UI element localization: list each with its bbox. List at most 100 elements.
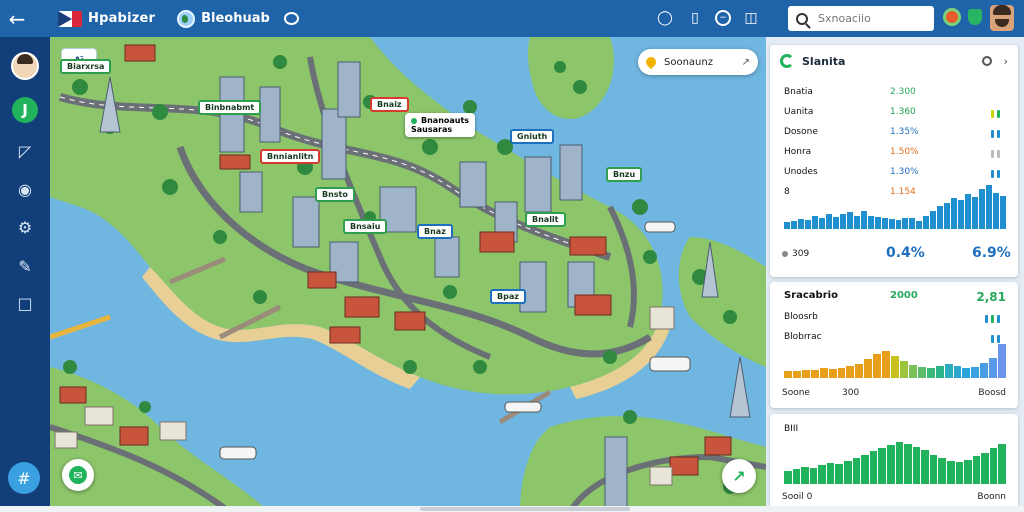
shield-icon[interactable] bbox=[968, 9, 982, 25]
pin-dot-icon bbox=[411, 117, 417, 124]
map-marker-label[interactable]: Binbnabmt bbox=[198, 100, 262, 115]
metric-name: Bnatia bbox=[784, 87, 813, 97]
trend-row: Bloosrb bbox=[784, 312, 1006, 326]
minus-circle-icon[interactable]: − bbox=[715, 10, 731, 26]
target-icon[interactable]: ◉ bbox=[15, 179, 35, 199]
metric-indicator bbox=[991, 110, 1000, 118]
tab-title[interactable]: Bleohuab bbox=[201, 11, 270, 26]
trend-footer-mid: 300 bbox=[842, 388, 860, 398]
shield-outline-icon[interactable]: ◯ bbox=[655, 8, 675, 28]
map-chat-fab[interactable]: ✉ bbox=[62, 459, 94, 491]
volume-footer-right[interactable]: Boonn bbox=[977, 492, 1006, 502]
map-callout[interactable]: Bnanoauts Sausaras bbox=[405, 113, 476, 137]
trend-footer: Soone 300 Boosd bbox=[782, 388, 1006, 398]
volume-area-chart bbox=[784, 442, 1007, 484]
map-marker-label[interactable]: Bpaz bbox=[490, 289, 526, 304]
metric-name: Dosone bbox=[784, 127, 818, 137]
trend-indicator bbox=[991, 335, 1000, 343]
stat-number: 6.9% bbox=[972, 245, 1011, 261]
location-pin-icon bbox=[643, 54, 659, 70]
trend-card: Sracabrio 2000 2,81 Bloosrb Blobrrac Soo… bbox=[770, 282, 1018, 408]
metric-indicator bbox=[991, 170, 1000, 178]
flag-logo-icon bbox=[58, 10, 82, 27]
help-icon[interactable] bbox=[943, 8, 961, 26]
user-avatar[interactable] bbox=[990, 5, 1014, 31]
metric-name: Honra bbox=[784, 147, 812, 157]
metric-row: Uanita 1.360 bbox=[784, 107, 1006, 121]
back-arrow-icon[interactable]: ← bbox=[0, 0, 34, 37]
expand-icon[interactable]: ↗ bbox=[742, 57, 750, 68]
metric-value: 2.300 bbox=[890, 87, 916, 97]
metric-row: Unodes 1.30% bbox=[784, 167, 1006, 181]
globe-icon[interactable] bbox=[177, 9, 196, 28]
trend-indicator bbox=[985, 315, 1000, 323]
metric-value: 1.35% bbox=[890, 127, 919, 137]
map-trend-fab[interactable]: ↗ bbox=[722, 459, 756, 493]
chat-icon[interactable] bbox=[283, 12, 299, 25]
app-logo-icon[interactable]: J bbox=[12, 97, 38, 123]
volume-title: BIII bbox=[784, 424, 799, 434]
callout-text: Bnanoauts Sausaras bbox=[411, 116, 470, 134]
map-marker-label[interactable]: Biarxrsa bbox=[60, 59, 112, 74]
volume-footer: Sooil 0 Boonn bbox=[782, 492, 1006, 502]
profile-avatar[interactable] bbox=[11, 52, 39, 80]
right-panel: Slanita › Bnatia 2.300 Uanita 1.360 Doso… bbox=[766, 37, 1024, 512]
dashboard-icon[interactable]: ◸ bbox=[15, 141, 35, 161]
search-icon[interactable] bbox=[981, 56, 992, 66]
trend-title: Sracabrio bbox=[784, 290, 838, 301]
trend-row-label: Blobrrac bbox=[784, 332, 822, 342]
gear-icon[interactable]: ⚙ bbox=[15, 217, 35, 237]
metric-row: Dosone 1.35% bbox=[784, 127, 1006, 141]
metric-name: Unodes bbox=[784, 167, 818, 177]
metric-value: 1.50% bbox=[890, 147, 919, 157]
activity-bar-chart bbox=[784, 185, 1006, 229]
layers-icon[interactable]: ◫ bbox=[741, 8, 761, 28]
metric-name: Uanita bbox=[784, 107, 814, 117]
trend-value: 2000 bbox=[890, 290, 918, 301]
trend-header: Sracabrio 2000 2,81 bbox=[784, 290, 1006, 304]
city-map[interactable]: Aᴉ̃ Soonaunz ↗ Binbnabmt Biarxrsa Bnaiz … bbox=[50, 37, 766, 512]
volume-header: BIII bbox=[784, 424, 1006, 438]
map-marker-label[interactable]: Bnalit bbox=[525, 212, 566, 227]
metric-indicator bbox=[991, 130, 1000, 138]
map-marker-label[interactable]: Bnaiz bbox=[370, 97, 409, 112]
volume-footer-left: Sooil 0 bbox=[782, 492, 813, 502]
horizontal-scrollbar[interactable] bbox=[0, 506, 1024, 512]
stats-card: Slanita › Bnatia 2.300 Uanita 1.360 Doso… bbox=[770, 45, 1018, 277]
trend-value-secondary: 2,81 bbox=[976, 290, 1006, 304]
map-marker-label[interactable]: Gniuth bbox=[510, 129, 555, 144]
left-sidebar: J ◸ ◉ ⚙ ✎ □ # bbox=[0, 37, 50, 512]
stats-card-title: Slanita bbox=[802, 54, 846, 68]
map-marker-label[interactable]: Bnsto bbox=[315, 187, 355, 202]
scrollbar-thumb[interactable] bbox=[420, 507, 630, 511]
header-toolbar: ◯ ▯ − ◫ bbox=[655, 8, 761, 28]
stats-logo-icon bbox=[780, 54, 794, 68]
metric-value: 1.30% bbox=[890, 167, 919, 177]
metric-indicator bbox=[991, 150, 1000, 158]
map-search-text: Soonaunz bbox=[664, 56, 713, 68]
legend-dot-icon bbox=[782, 250, 788, 257]
map-marker-label[interactable]: Bnzu bbox=[606, 167, 643, 182]
metric-value: 1.360 bbox=[890, 107, 916, 117]
chevron-right-icon[interactable]: › bbox=[1004, 55, 1008, 68]
search-input[interactable] bbox=[818, 12, 928, 25]
map-marker-label[interactable]: Bnnianlitn bbox=[260, 149, 321, 164]
map-marker-label[interactable]: Bnaz bbox=[417, 224, 453, 239]
bookmark-icon[interactable]: ▯ bbox=[685, 8, 705, 28]
volume-card: BIII Sooil 0 Boonn bbox=[770, 414, 1018, 510]
app-name: Hpabizer bbox=[88, 11, 156, 26]
metric-row: Bnatia 2.300 bbox=[784, 87, 1006, 101]
map-search-chip[interactable]: Soonaunz ↗ bbox=[638, 49, 758, 75]
footer-label: 309 bbox=[792, 249, 810, 259]
map-marker-label[interactable]: Bnsaiu bbox=[343, 219, 388, 234]
pen-icon[interactable]: ✎ bbox=[15, 256, 35, 276]
app-header: ← Hpabizer Bleohuab ◯ ▯ − ◫ bbox=[0, 0, 1024, 37]
search-icon bbox=[796, 12, 808, 25]
trend-row-label: Bloosrb bbox=[784, 312, 818, 322]
message-icon: ✉ bbox=[69, 466, 87, 484]
trend-footer-right[interactable]: Boosd bbox=[978, 388, 1006, 398]
search-field[interactable] bbox=[788, 6, 934, 31]
metric-row: Honra 1.50% bbox=[784, 147, 1006, 161]
grid-menu-icon[interactable]: # bbox=[8, 462, 40, 494]
folder-icon[interactable]: □ bbox=[15, 293, 35, 313]
